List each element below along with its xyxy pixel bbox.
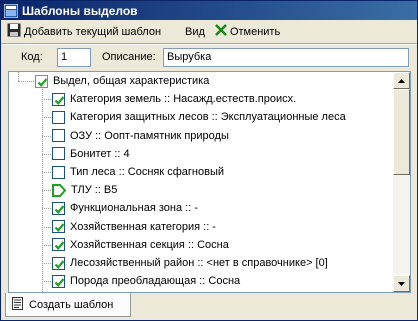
tree-item[interactable]: ТЛУ :: В5 <box>52 181 117 199</box>
scroll-thumb[interactable] <box>393 89 410 175</box>
checkbox-checked-icon[interactable] <box>52 274 65 288</box>
add-template-label: Добавить текущий шаблон <box>24 25 162 38</box>
checkbox-unchecked-icon[interactable] <box>52 165 65 179</box>
tree-item-label: Категория земель :: Насажд.естеств.проис… <box>70 93 297 106</box>
tree-connector <box>42 153 51 155</box>
scroll-down-button[interactable] <box>393 275 410 292</box>
arrow-up-icon <box>398 78 405 83</box>
tree-item-label: Выдел, общая характеристика <box>53 75 210 87</box>
tree-item[interactable]: Функциональная зона :: - <box>52 199 198 217</box>
checkbox-checked-icon[interactable] <box>52 238 65 252</box>
checkbox-unchecked-icon[interactable] <box>52 147 65 161</box>
tree-connector <box>42 117 51 119</box>
current-item-arrow-icon[interactable] <box>52 183 67 197</box>
code-field[interactable]: 1 <box>57 48 91 67</box>
tab-create-template[interactable]: Создать шаблон <box>5 293 131 317</box>
tree-item[interactable]: Категория земель :: Насажд.естеств.проис… <box>52 90 296 108</box>
title-bar: Шаблоны выделов <box>1 1 417 20</box>
window-app-icon <box>3 3 19 18</box>
tree-item[interactable]: Хозяйственная категория :: - <box>52 218 216 236</box>
checkbox-checked-icon[interactable] <box>52 92 65 106</box>
tree-item[interactable]: Порода целевая :: - <box>52 290 170 292</box>
tree-item-label: Порода преобладающая :: Сосна <box>70 275 241 288</box>
tree-connector <box>42 263 51 264</box>
scroll-up-button[interactable] <box>393 72 410 89</box>
view-menu-label: Вид <box>185 25 205 38</box>
cancel-label: Отменить <box>229 25 281 38</box>
tree-connector <box>42 172 51 173</box>
template-icon <box>12 296 24 313</box>
window-title: Шаблоны выделов <box>22 3 138 18</box>
checkbox-unchecked-icon[interactable] <box>52 129 65 143</box>
code-label: Код: <box>21 51 43 63</box>
tree-item-label: Хозяйственная секция :: Сосна <box>70 238 229 251</box>
view-menu[interactable]: Вид <box>181 22 209 41</box>
checkbox-checked-icon[interactable] <box>52 220 65 234</box>
tree-connector <box>42 190 51 192</box>
vertical-scrollbar[interactable] <box>393 72 410 292</box>
description-field[interactable]: Вырубка <box>163 48 409 67</box>
checkbox-checked-icon[interactable] <box>52 256 65 270</box>
checkbox-unchecked-icon[interactable] <box>52 110 65 124</box>
arrow-down-icon <box>398 281 405 286</box>
cancel-button[interactable]: Отменить <box>211 22 284 41</box>
close-icon <box>215 24 227 39</box>
tree-root-item[interactable]: Выдел, общая характеристика <box>35 72 209 90</box>
description-label: Описание: <box>102 51 156 63</box>
add-template-button[interactable]: Добавить текущий шаблон <box>3 22 165 41</box>
toolbar: Добавить текущий шаблон Вид Отменить <box>1 21 417 42</box>
tree-connector <box>42 281 51 283</box>
tree-connector <box>42 244 51 246</box>
tab-strip: Создать шаблон <box>1 293 417 320</box>
tree-connector <box>42 135 51 137</box>
filter-bar: Код: 1 Описание: Вырубка <box>1 45 417 69</box>
tree-item-label: Тип леса :: Сосняк сфагновый <box>70 166 224 178</box>
tree-item-label: Хозяйственная категория :: - <box>70 220 216 233</box>
tree-item[interactable]: Хозяйственная секция :: Сосна <box>52 236 229 254</box>
template-tree: Выдел, общая характеристика Категория зем… <box>9 72 393 292</box>
checkbox-checked-icon[interactable] <box>52 201 65 215</box>
templates-window: Шаблоны выделов Добавить текущий шаблон … <box>0 0 418 321</box>
tree-item-label: Функциональная зона :: - <box>70 202 198 215</box>
template-tree-panel: Выдел, общая характеристика Категория зем… <box>8 71 411 293</box>
tree-item[interactable]: Бонитет :: 4 <box>52 145 130 163</box>
tree-connector <box>42 208 51 210</box>
tree-item[interactable]: Категория защитных лесов :: Эксплуатацио… <box>52 108 346 126</box>
tree-connector <box>18 72 19 81</box>
checkbox-checked-icon[interactable] <box>35 74 48 88</box>
tree-connector <box>42 99 51 101</box>
tree-item-label: Лесозяйственный район :: <нет в справочн… <box>70 257 328 269</box>
tab-label: Создать шаблон <box>29 298 114 311</box>
save-icon <box>7 23 21 40</box>
tree-item[interactable]: ОЗУ :: Оопт-памятник природы <box>52 127 229 145</box>
tree-connector <box>42 226 51 228</box>
tree-item[interactable]: Тип леса :: Сосняк сфагновый <box>52 163 224 181</box>
tree-item-label: Категория защитных лесов :: Эксплуатацио… <box>70 111 346 124</box>
tree-item[interactable]: Лесозяйственный район :: <нет в справочн… <box>52 254 328 272</box>
tree-item-label: Бонитет :: 4 <box>70 147 130 160</box>
tree-item-label: ТЛУ :: В5 <box>71 184 118 197</box>
tree-item-label: ОЗУ :: Оопт-памятник природы <box>70 129 229 142</box>
tree-connector <box>18 81 34 82</box>
tree-item[interactable]: Порода преобладающая :: Сосна <box>52 272 240 290</box>
